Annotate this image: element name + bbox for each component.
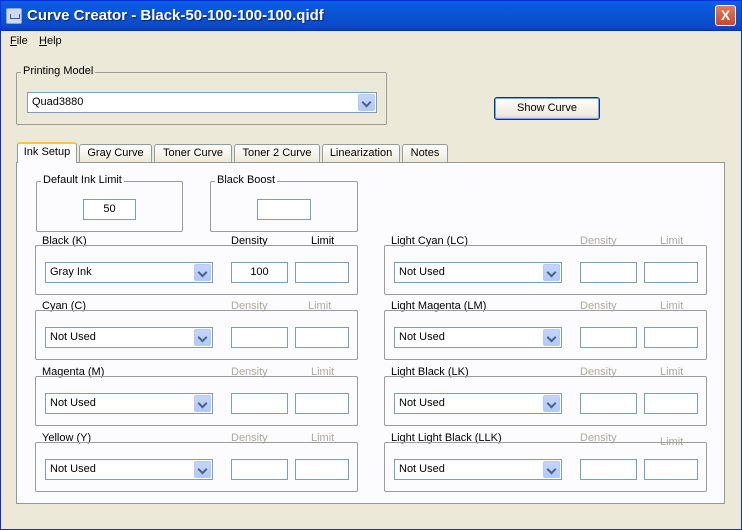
limit-field-cyan[interactable] — [295, 327, 349, 348]
limit-field-light-magenta[interactable] — [644, 327, 698, 348]
ink-frame-cyan: Not Used — [35, 310, 358, 360]
tab-linearization[interactable]: Linearization — [322, 144, 400, 162]
app-window: Curve Creator - Black-50-100-100-100.qid… — [0, 0, 742, 530]
show-curve-button[interactable]: Show Curve — [494, 97, 600, 120]
chevron-down-icon — [543, 264, 560, 281]
density-field-black[interactable]: 100 — [231, 262, 288, 283]
tab-gray-curve[interactable]: Gray Curve — [79, 144, 152, 162]
ink-select-black[interactable]: Gray Ink — [45, 262, 213, 283]
menu-file[interactable]: File — [10, 35, 28, 47]
chevron-down-icon — [194, 329, 211, 346]
default-ink-limit-label: Default Ink Limit — [41, 174, 124, 186]
ink-frame-light-black: Not Used — [384, 376, 707, 426]
ink-select-value: Gray Ink — [50, 266, 92, 278]
ink-select-light-cyan[interactable]: Not Used — [394, 262, 562, 283]
limit-field-light-black[interactable] — [644, 393, 698, 414]
limit-field-light-cyan[interactable] — [644, 262, 698, 283]
ink-select-value: Not Used — [399, 266, 445, 278]
printing-model-value: Quad3880 — [32, 96, 84, 108]
density-field-yellow[interactable] — [231, 459, 288, 480]
limit-field-magenta[interactable] — [295, 393, 349, 414]
ink-select-yellow[interactable]: Not Used — [45, 459, 213, 480]
ink-select-light-magenta[interactable]: Not Used — [394, 327, 562, 348]
close-button[interactable]: X — [715, 5, 736, 26]
ink-select-value: Not Used — [399, 463, 445, 475]
limit-field-light-light-black[interactable] — [644, 459, 698, 480]
printing-model-group: Printing Model Quad3880 — [16, 65, 387, 125]
ink-frame-magenta: Not Used — [35, 376, 358, 426]
chevron-down-icon — [194, 264, 211, 281]
ink-frame-light-cyan: Not Used — [384, 245, 707, 295]
density-field-light-black[interactable] — [580, 393, 637, 414]
black-boost-field[interactable] — [257, 199, 311, 220]
ink-frame-light-light-black: Not Used — [384, 442, 707, 492]
default-ink-limit-field[interactable]: 50 — [83, 199, 136, 220]
app-icon — [6, 8, 22, 24]
tab-toner-2-curve[interactable]: Toner 2 Curve — [234, 144, 320, 162]
title-bar[interactable]: Curve Creator - Black-50-100-100-100.qid… — [1, 1, 741, 31]
menu-help[interactable]: Help — [39, 35, 62, 47]
ink-select-light-black[interactable]: Not Used — [394, 393, 562, 414]
black-boost-group: Black Boost — [210, 174, 358, 232]
printing-model-select[interactable]: Quad3880 — [27, 92, 377, 113]
menu-file-label: ile — [16, 35, 28, 47]
menu-file-mnemonic: F — [10, 35, 17, 47]
chevron-down-icon — [358, 94, 375, 111]
ink-setup-panel: Default Ink Limit 50 Black Boost Black (… — [16, 162, 725, 504]
ink-select-value: Not Used — [399, 397, 445, 409]
ink-frame-yellow: Not Used — [35, 442, 358, 492]
chevron-down-icon — [543, 329, 560, 346]
menu-help-label: elp — [46, 35, 62, 47]
density-field-light-light-black[interactable] — [580, 459, 637, 480]
ink-select-value: Not Used — [50, 463, 96, 475]
tab-notes[interactable]: Notes — [402, 144, 448, 162]
chevron-down-icon — [543, 395, 560, 412]
menu-bar: File Help — [1, 31, 741, 51]
default-ink-limit-group: Default Ink Limit 50 — [36, 174, 183, 232]
density-field-cyan[interactable] — [231, 327, 288, 348]
ink-select-value: Not Used — [50, 331, 96, 343]
chevron-down-icon — [543, 461, 560, 478]
chevron-down-icon — [194, 395, 211, 412]
ink-select-value: Not Used — [50, 397, 96, 409]
ink-frame-black: Gray Ink 100 — [35, 245, 358, 295]
limit-field-yellow[interactable] — [295, 459, 349, 480]
black-boost-label: Black Boost — [215, 174, 278, 186]
printing-model-label: Printing Model — [21, 65, 96, 77]
density-field-light-magenta[interactable] — [580, 327, 637, 348]
tab-toner-curve[interactable]: Toner Curve — [154, 144, 232, 162]
density-field-light-cyan[interactable] — [580, 262, 637, 283]
ink-select-magenta[interactable]: Not Used — [45, 393, 213, 414]
ink-frame-light-magenta: Not Used — [384, 310, 707, 360]
chevron-down-icon — [194, 461, 211, 478]
client-area: Printing Model Quad3880 Show Curve Ink S… — [1, 51, 741, 529]
ink-select-light-light-black[interactable]: Not Used — [394, 459, 562, 480]
density-field-magenta[interactable] — [231, 393, 288, 414]
menu-help-mnemonic: H — [39, 35, 47, 47]
window-title: Curve Creator - Black-50-100-100-100.qid… — [27, 7, 324, 24]
limit-field-black[interactable] — [295, 262, 349, 283]
ink-select-cyan[interactable]: Not Used — [45, 327, 213, 348]
ink-select-value: Not Used — [399, 331, 445, 343]
tab-ink-setup[interactable]: Ink Setup — [17, 142, 77, 163]
